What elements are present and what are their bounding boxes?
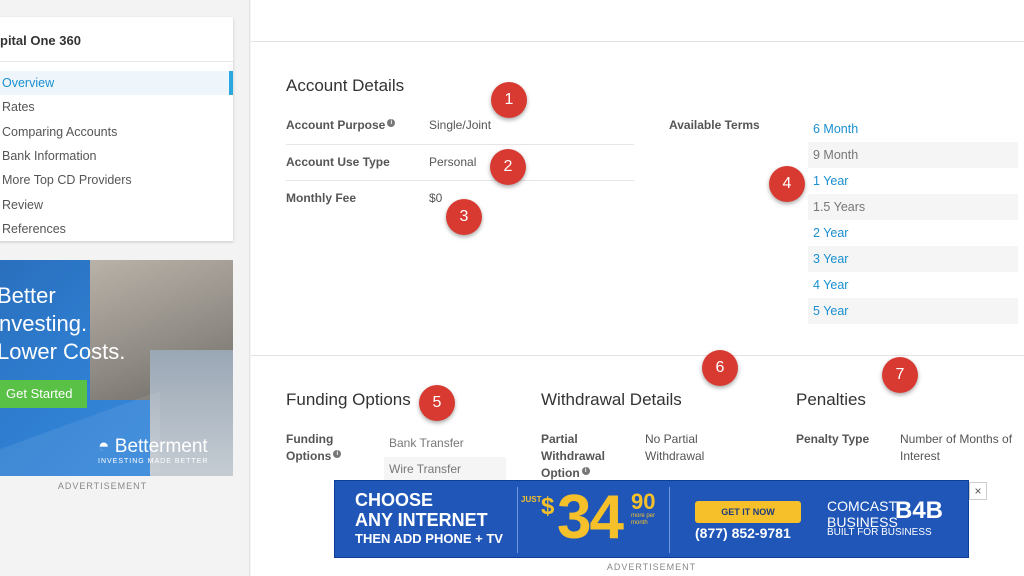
account-purpose-value: Single/Joint — [429, 118, 492, 132]
term-5-year[interactable]: 5 Year — [808, 298, 1018, 324]
partial-withdrawal-value: No Partial Withdrawal — [645, 431, 704, 465]
withdrawal-label-line-2: Withdrawal — [541, 449, 605, 463]
penalty-value-line-2: Interest — [900, 449, 941, 463]
row-divider — [286, 180, 634, 181]
betterment-logo-icon: ◓ — [98, 436, 110, 457]
banner-headline-line-1: CHOOSE — [355, 490, 434, 510]
term-3-year[interactable]: 3 Year — [808, 246, 1018, 272]
section-divider — [251, 355, 1024, 356]
close-icon[interactable]: × — [969, 482, 987, 500]
nav-item-more-cd-providers[interactable]: More Top CD Providers — [0, 168, 233, 192]
penalty-type-value: Number of Months of Interest — [900, 431, 1012, 465]
withdrawal-label-line-1: Partial — [541, 432, 578, 446]
withdrawal-value-line-2: Withdrawal — [645, 449, 705, 463]
ad-headline: Better nvesting. Lower Costs. — [0, 282, 125, 366]
banner-just: JUST — [521, 495, 542, 504]
banner-b4b-logo: B4B — [895, 497, 944, 524]
top-divider — [251, 41, 1024, 42]
penalties-title: Penalties — [796, 390, 866, 409]
ad-headline-line-2: nvesting. — [0, 311, 88, 336]
betterment-logo: ◓ Betterment — [98, 436, 208, 458]
monthly-fee-label: Monthly Fee — [286, 191, 357, 205]
funding-option-wire-transfer: Wire Transfer — [384, 457, 506, 481]
term-1-5-years: 1.5 Years — [808, 194, 1018, 220]
funding-options-label: Funding Options i — [286, 431, 342, 465]
banner-subline: THEN ADD PHONE + TV — [355, 531, 503, 546]
account-purpose-label: Account Purpose i — [286, 117, 396, 134]
term-9-month: 9 Month — [808, 142, 1018, 168]
banner-get-it-now-button[interactable]: GET IT NOW — [695, 501, 801, 523]
nav-item-references[interactable]: References — [0, 217, 233, 241]
info-icon[interactable]: i — [387, 119, 396, 127]
withdrawal-value-line-1: No Partial — [645, 432, 698, 446]
banner-dollar: $ — [541, 493, 555, 520]
nav-item-review[interactable]: Review — [0, 193, 233, 217]
ad-brand: Betterment — [114, 436, 208, 457]
account-use-type-value: Personal — [429, 155, 477, 169]
funding-label-line-2: Options — [286, 449, 332, 463]
nav-item-overview[interactable]: Overview — [0, 71, 233, 95]
account-details-title: Account Details — [286, 76, 405, 95]
banner-tagline: BUILT FOR BUSINESS — [827, 527, 932, 538]
info-icon[interactable]: i — [581, 467, 590, 475]
banner-headline: CHOOSE ANY INTERNET — [355, 490, 488, 530]
ad-get-started-button[interactable]: Get Started — [0, 380, 87, 408]
banner-divider — [669, 487, 670, 553]
info-icon[interactable]: i — [333, 450, 342, 458]
funding-options-title: Funding Options — [286, 390, 411, 409]
withdrawal-label-line-3: Option — [541, 466, 580, 480]
account-use-type-label: Account Use Type — [286, 155, 390, 169]
banner-per-month: more per month — [631, 513, 656, 526]
nav-divider — [0, 61, 233, 62]
betterment-ad[interactable]: Better nvesting. Lower Costs. Get Starte… — [0, 260, 233, 476]
comcast-banner-ad[interactable]: CHOOSE ANY INTERNET THEN ADD PHONE + TV … — [334, 480, 969, 558]
annotation-badge-3: 3 — [446, 199, 482, 235]
banner-brand-line-1: COMCAST — [827, 498, 897, 514]
banner-ad-label: ADVERTISEMENT — [606, 562, 697, 572]
available-terms-label: Available Terms — [669, 118, 760, 132]
penalty-type-label: Penalty Type — [796, 432, 870, 446]
term-1-year[interactable]: 1 Year — [808, 168, 1018, 194]
section-nav: pital One 360 Overview Rates Comparing A… — [0, 17, 233, 241]
account-purpose-label-text: Account Purpose — [286, 118, 386, 132]
penalty-value-line-1: Number of Months of — [900, 432, 1013, 446]
ad-tagline: INVESTING MADE BETTER — [98, 458, 209, 465]
nav-item-rates[interactable]: Rates — [0, 95, 233, 119]
annotation-badge-7: 7 — [882, 357, 918, 393]
annotation-badge-6: 6 — [702, 350, 738, 386]
partial-withdrawal-label: Partial Withdrawal Option i — [541, 431, 605, 482]
banner-phone[interactable]: (877) 852-9781 — [695, 525, 791, 541]
annotation-badge-1: 1 — [491, 82, 527, 118]
monthly-fee-value: $0 — [429, 191, 443, 205]
banner-headline-line-2: ANY INTERNET — [355, 510, 488, 530]
term-4-year[interactable]: 4 Year — [808, 272, 1018, 298]
withdrawal-details-title: Withdrawal Details — [541, 390, 682, 409]
banner-price: 34 — [557, 483, 624, 552]
ad-headline-line-3: Lower Costs. — [0, 339, 126, 364]
banner-brand: COMCAST BUSINESS — [827, 498, 898, 530]
ad-label: ADVERTISEMENT — [57, 481, 148, 491]
nav-item-bank-information[interactable]: Bank Information — [0, 144, 233, 168]
nav-title: pital One 360 — [0, 33, 81, 48]
nav-item-comparing-accounts[interactable]: Comparing Accounts — [0, 120, 233, 144]
banner-cents: 90 — [631, 489, 656, 514]
banner-divider — [517, 487, 518, 553]
term-2-year[interactable]: 2 Year — [808, 220, 1018, 246]
left-column: pital One 360 Overview Rates Comparing A… — [0, 0, 250, 576]
annotation-badge-4: 4 — [769, 166, 805, 202]
funding-option-bank-transfer: Bank Transfer — [389, 436, 464, 450]
annotation-badge-5: 5 — [419, 385, 455, 421]
funding-label-line-1: Funding — [286, 432, 334, 446]
ad-headline-line-1: Better — [0, 283, 56, 308]
row-divider — [286, 144, 634, 145]
annotation-badge-2: 2 — [490, 149, 526, 185]
term-6-month[interactable]: 6 Month — [808, 116, 1018, 142]
